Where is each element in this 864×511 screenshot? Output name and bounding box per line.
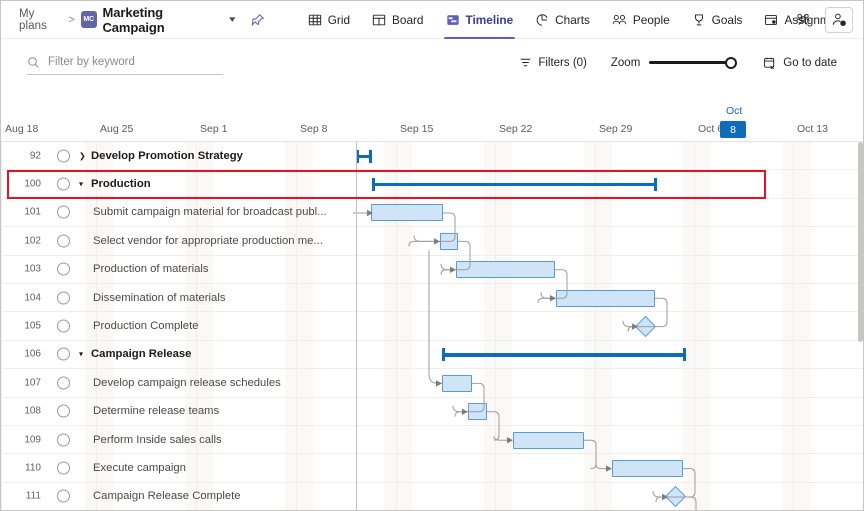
axis-tick: Oct 13 [797,123,828,135]
axis-tick: Aug 25 [100,123,134,135]
breadcrumb-separator: > [68,13,75,26]
dependency-link [684,496,697,510]
calendar-icon [764,57,775,69]
page-title: Marketing Campaign [102,4,165,35]
search-icon [28,56,39,68]
dependency-link [487,411,500,441]
dependency-link [540,292,550,299]
timeline-date-header: Aug 18 Aug 25 Sep 1 Sep 8 Sep 15 Sep 22 Sep 29… [1,89,863,142]
timeline-toolbar: Filters (0) Zoom Go to date [1,39,863,89]
tab-timeline-label: Timeline [465,12,514,27]
scrollbar-thumb[interactable] [858,142,863,342]
dependency-link [584,439,597,470]
dependency-arrow-icon [436,380,442,387]
go-to-date-button[interactable]: Go to date [753,50,847,75]
dependency-arrow-icon [434,238,440,245]
tab-board-label: Board [392,12,424,27]
tab-goals[interactable]: Goals [681,1,754,39]
dependency-link [428,250,442,384]
pane-splitter[interactable] [356,142,357,510]
search-input[interactable] [48,56,208,68]
chevron-down-icon[interactable]: ▾ [229,14,235,25]
breadcrumb-my-plans[interactable]: My plans [19,8,62,32]
dependency-link [493,436,507,441]
dependency-arrow-icon [507,437,513,444]
axis-tick: Sep 22 [499,123,533,135]
top-bar-actions [791,1,853,39]
axis-tick: Sep 8 [300,123,328,135]
dependency-link [440,263,450,271]
search-box[interactable] [27,50,223,75]
tab-timeline[interactable]: Timeline [435,1,525,39]
axis-tick: Sep 1 [200,123,228,135]
dependency-arrow-icon [606,465,612,472]
pin-icon[interactable] [251,13,265,27]
filter-icon [521,58,531,67]
dependency-arrow-icon [450,266,456,273]
share-person-icon[interactable] [825,7,853,33]
vertical-scrollbar[interactable] [858,142,863,510]
top-navigation-bar: My plans > MC Marketing Campaign ▾ Grid … [1,1,863,39]
zoom-label: Zoom [610,56,641,69]
tab-grid[interactable]: Grid [297,1,361,39]
dependency-link [622,320,632,328]
zoom-slider-thumb[interactable] [725,56,738,69]
view-tabs: Grid Board Timeline Charts People Goals … [297,1,863,39]
tab-board[interactable]: Board [361,1,434,39]
zoom-slider-track [649,61,731,64]
tab-people[interactable]: People [601,1,681,39]
axis-tick: Sep 29 [599,123,633,135]
dependency-arrow-icon [550,295,556,302]
filters-button[interactable]: Filters (0) [509,50,597,75]
timeline-body: 92 ❯ Develop Promotion Strategy 100 ▾ Product… [1,142,863,510]
go-to-date-label: Go to date [783,56,837,69]
dependency-link [413,235,434,242]
dependency-arrow-icon [367,209,373,217]
dependency-arrow-icon [462,408,468,415]
tab-charts-label: Charts [555,12,590,27]
dependency-link [452,405,462,413]
filters-label: Filters (0) [538,56,587,69]
dependency-link [595,464,606,470]
tab-people-label: People [632,12,670,27]
dependency-arrow-icon [662,493,668,501]
axis-tick: Sep 15 [400,123,434,135]
dependency-link [652,490,662,498]
timeline-app: My plans > MC Marketing Campaign ▾ Grid … [0,0,864,511]
today-date-badge[interactable]: 8 [720,121,746,138]
plan-avatar: MC [80,11,97,28]
tab-grid-label: Grid [327,12,351,27]
tab-charts[interactable]: Charts [524,1,601,39]
today-month-label: Oct [726,105,743,117]
axis-tick: Aug 18 [5,123,39,135]
zoom-slider[interactable] [649,55,738,71]
group-members-icon[interactable] [791,8,815,32]
dependency-overlay [353,209,697,510]
tab-goals-label: Goals [711,12,743,27]
dependency-arrow-icon [632,323,638,330]
toolbar-right-actions: Filters (0) Zoom Go to date [509,50,847,75]
